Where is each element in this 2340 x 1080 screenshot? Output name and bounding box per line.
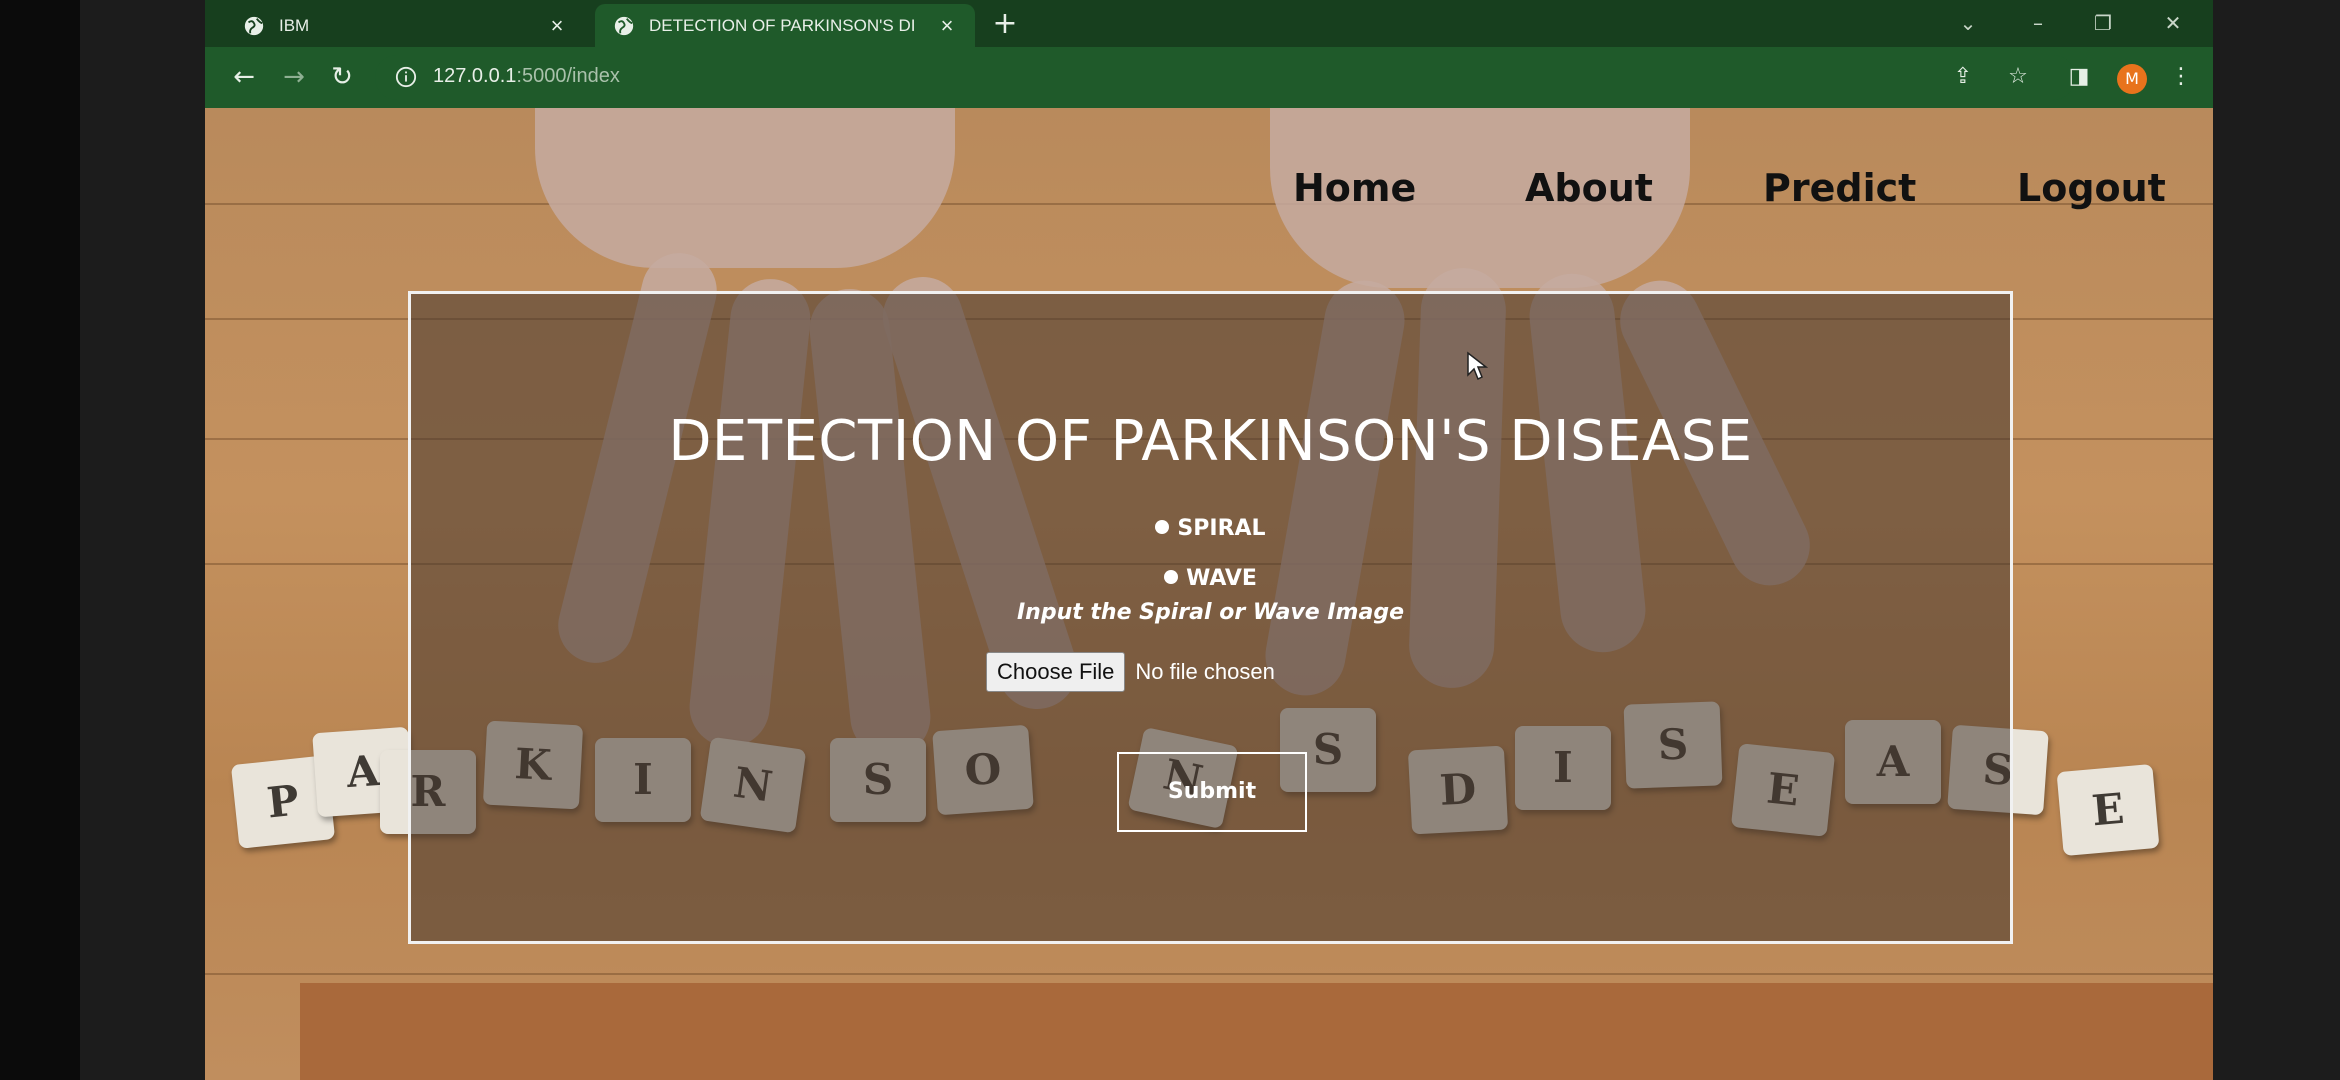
new-tab-icon[interactable]: +	[990, 9, 1020, 40]
restore-icon[interactable]: ❐	[2085, 6, 2121, 40]
address-bar[interactable]: 127.0.0.1:5000/index	[375, 55, 2075, 100]
globe-icon	[614, 16, 634, 35]
close-tab-icon[interactable]: ×	[937, 14, 957, 36]
right-margin	[2213, 0, 2340, 1080]
radio-wave[interactable]: WAVE	[411, 566, 2010, 591]
info-icon	[395, 66, 417, 88]
tab-title: IBM	[279, 15, 310, 35]
forward-icon[interactable]: →	[277, 61, 311, 95]
profile-avatar[interactable]: M	[2117, 64, 2147, 94]
prediction-form-panel: DETECTION OF PARKINSON'S DISEASE SPIRAL …	[408, 291, 2013, 944]
close-tab-icon[interactable]: ×	[547, 14, 567, 36]
share-icon[interactable]: ⇪	[1947, 61, 1979, 93]
radio-indicator[interactable]	[1164, 570, 1179, 584]
file-input[interactable]: Choose File No file chosen	[986, 650, 1275, 694]
bookmark-star-icon[interactable]: ☆	[2002, 61, 2034, 93]
mouse-cursor-icon	[1467, 351, 1488, 381]
tab-ibm[interactable]: IBM ×	[225, 4, 585, 47]
nav-home[interactable]: Home	[1293, 166, 1416, 210]
letter-tile: E	[2056, 763, 2160, 857]
side-panel-icon[interactable]: ◨	[2063, 61, 2095, 93]
browser-window: IBM × DETECTION OF PARKINSON'S DI × + ⌄ …	[205, 0, 2213, 1080]
tab-strip: IBM × DETECTION OF PARKINSON'S DI × + ⌄ …	[205, 0, 2213, 47]
nav-logout[interactable]: Logout	[2017, 166, 2166, 210]
nav-predict[interactable]: Predict	[1763, 166, 1916, 210]
upload-instruction: Input the Spiral or Wave Image	[1016, 600, 1404, 625]
tab-detection[interactable]: DETECTION OF PARKINSON'S DI ×	[595, 4, 975, 47]
nav-about[interactable]: About	[1525, 166, 1653, 210]
radio-spiral-label: SPIRAL	[1177, 516, 1266, 541]
page-content: P A R K I N S O N S D I S E A S E Home A…	[205, 108, 2213, 1080]
choose-file-button[interactable]: Choose File	[986, 652, 1126, 692]
url-text: 127.0.0.1:5000/index	[433, 65, 620, 88]
submit-button[interactable]: Submit	[1117, 752, 1307, 832]
radio-spiral[interactable]: SPIRAL	[411, 516, 2010, 541]
reload-icon[interactable]: ↻	[325, 61, 359, 95]
left-margin	[80, 0, 205, 1080]
browser-toolbar: ← → ↻ 127.0.0.1:5000/index ⇪ ☆ ◨ M ⋮	[205, 47, 2213, 108]
url-path: :5000/index	[516, 65, 620, 87]
page-title: DETECTION OF PARKINSON'S DISEASE	[668, 409, 1753, 474]
table-edge	[300, 983, 2213, 1080]
close-window-icon[interactable]: ✕	[2155, 6, 2191, 40]
radio-indicator[interactable]	[1155, 520, 1170, 534]
tab-title: DETECTION OF PARKINSON'S DI	[649, 15, 916, 35]
wood-grain	[205, 973, 2213, 975]
globe-icon	[244, 16, 264, 35]
back-icon[interactable]: ←	[227, 61, 261, 95]
radio-wave-label: WAVE	[1186, 566, 1257, 591]
menu-kebab-icon[interactable]: ⋮	[2165, 61, 2197, 93]
site-nav: Home About Predict Logout	[205, 166, 2213, 222]
tab-search-icon[interactable]: ⌄	[1950, 6, 1986, 40]
url-host: 127.0.0.1	[433, 65, 517, 87]
minimize-icon[interactable]: –	[2020, 6, 2056, 40]
file-status: No file chosen	[1135, 659, 1275, 684]
left-letterbox	[0, 0, 80, 1080]
